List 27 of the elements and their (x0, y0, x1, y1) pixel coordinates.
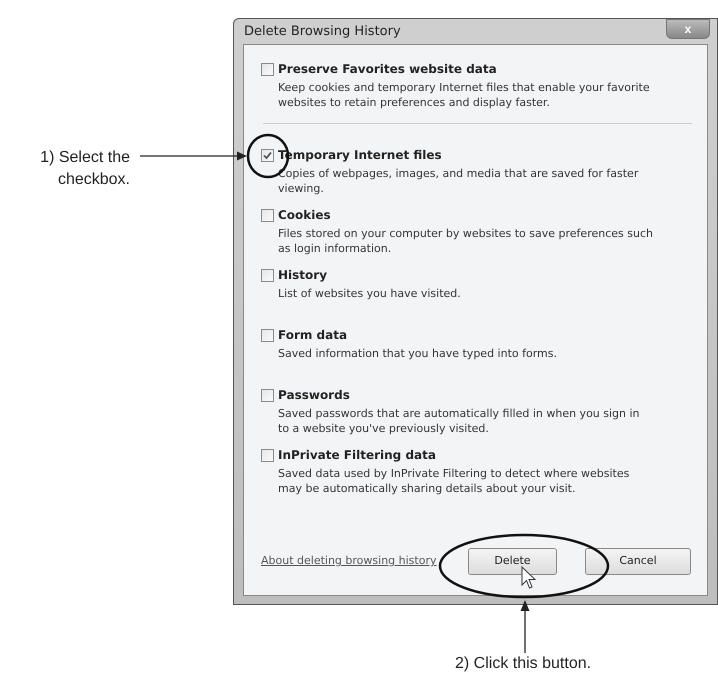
option-description: Saved passwords that are automatically filled in when you sign in to a website you've previously visited. (278, 406, 641, 436)
checkbox[interactable] (261, 209, 274, 222)
callout-text: 2) Click this button. (455, 654, 592, 673)
help-link[interactable]: About deleting browsing history (261, 553, 436, 570)
option-description: Files stored on your computer by websites to save preferences such as login information. (278, 226, 654, 256)
option-description: Saved information that you have typed into forms. (278, 346, 558, 361)
arrow-line (520, 600, 530, 653)
checkbox[interactable] (261, 329, 274, 342)
window-title: Delete Browsing History (243, 22, 401, 41)
checkbox[interactable] (261, 449, 274, 462)
option-description: Keep cookies and temporary Internet files that enable your favorite websites to retain preferences and display faster. (278, 80, 651, 110)
option-label: Cookies (278, 208, 332, 223)
cancel-button[interactable]: Cancel (585, 548, 691, 575)
option-label: Form data (278, 328, 348, 343)
option-label: History (278, 268, 328, 283)
option-label: Passwords (278, 388, 351, 403)
cursor-icon (522, 566, 536, 589)
option-description: List of websites you have visited. (278, 286, 462, 301)
option-label: InPrivate Filtering data (278, 448, 437, 463)
delete-button[interactable]: Delete (468, 548, 557, 575)
checkbox[interactable] (261, 63, 274, 76)
checkbox[interactable] (261, 389, 274, 402)
checkbox[interactable] (261, 149, 274, 162)
callout-text: 1) Select the checkbox. (39, 148, 130, 190)
option-description: Saved data used by InPrivate Filtering to detect where websites may be automatically sharing details about your visit. (278, 466, 630, 496)
checkbox[interactable] (261, 269, 274, 282)
option-label: Preserve Favorites website data (278, 62, 498, 77)
